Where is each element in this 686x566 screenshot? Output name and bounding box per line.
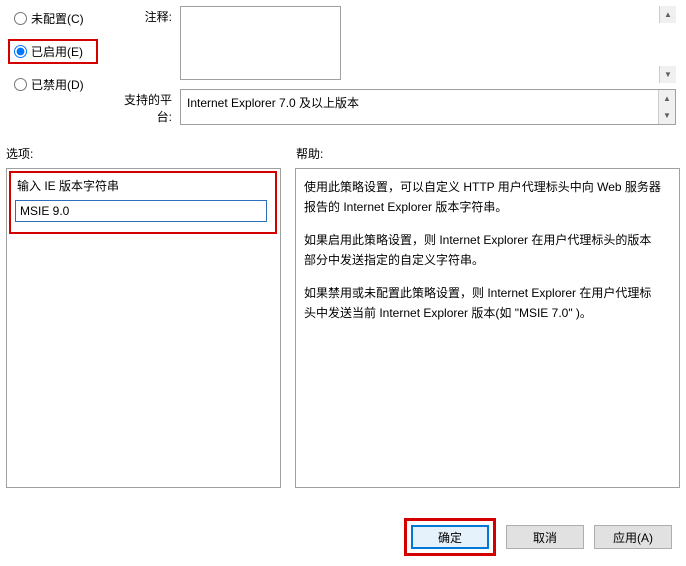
help-paragraph: 使用此策略设置，可以自定义 HTTP 用户代理标头中向 Web 服务器报告的 I… <box>304 177 661 218</box>
radio-enabled-label: 已启用(E) <box>31 43 83 60</box>
platform-label: 支持的平台: <box>110 89 180 125</box>
comment-label: 注释: <box>110 6 180 83</box>
comment-textarea[interactable] <box>180 6 341 80</box>
options-panel: 输入 IE 版本字符串 <box>6 168 281 488</box>
help-paragraph: 如果启用此策略设置，则 Internet Explorer 在用户代理标头的版本… <box>304 230 661 271</box>
help-section-label: 帮助: <box>296 145 323 162</box>
platform-value: Internet Explorer 7.0 及以上版本 <box>187 96 359 110</box>
scroll-down-icon[interactable]: ▼ <box>659 66 676 83</box>
radio-enabled-input[interactable] <box>14 45 27 58</box>
button-bar: 确定 取消 应用(A) <box>404 518 672 556</box>
input-highlight-box: 输入 IE 版本字符串 <box>9 171 277 234</box>
radio-disabled-input[interactable] <box>14 78 27 91</box>
config-radio-group: 未配置(C) 已启用(E) 已禁用(D) <box>10 6 110 131</box>
options-section-label: 选项: <box>6 145 296 162</box>
radio-not-configured-label: 未配置(C) <box>31 10 84 27</box>
input-label: 输入 IE 版本字符串 <box>15 173 271 200</box>
help-paragraph: 如果禁用或未配置此策略设置，则 Internet Explorer 在用户代理标… <box>304 283 661 324</box>
radio-disabled-label: 已禁用(D) <box>31 76 84 93</box>
scroll-up-icon[interactable]: ▲ <box>658 90 675 107</box>
cancel-button[interactable]: 取消 <box>506 525 584 549</box>
platform-box: Internet Explorer 7.0 及以上版本 ▲ ▼ <box>180 89 676 125</box>
ie-version-input[interactable] <box>15 200 267 222</box>
scroll-up-icon[interactable]: ▲ <box>659 6 676 23</box>
ok-button[interactable]: 确定 <box>411 525 489 549</box>
radio-not-configured[interactable]: 未配置(C) <box>10 10 110 27</box>
ok-button-highlight: 确定 <box>404 518 496 556</box>
apply-button[interactable]: 应用(A) <box>594 525 672 549</box>
radio-not-configured-input[interactable] <box>14 12 27 25</box>
radio-enabled[interactable]: 已启用(E) <box>8 39 98 64</box>
radio-disabled[interactable]: 已禁用(D) <box>10 76 110 93</box>
scroll-down-icon[interactable]: ▼ <box>658 107 675 124</box>
help-panel: 使用此策略设置，可以自定义 HTTP 用户代理标头中向 Web 服务器报告的 I… <box>295 168 680 488</box>
